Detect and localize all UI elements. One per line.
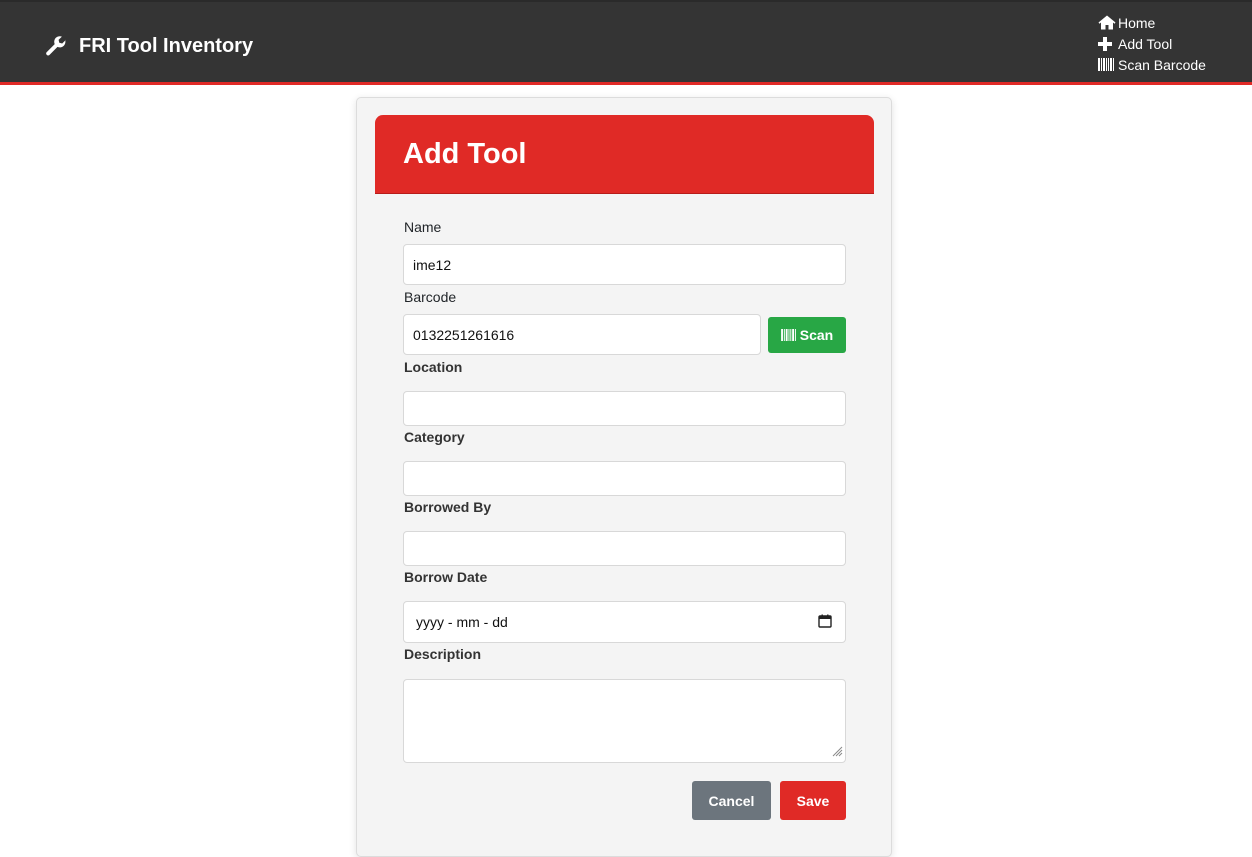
name-label: Name	[404, 219, 442, 235]
nav-home-label: Home	[1118, 14, 1156, 31]
brand[interactable]: FRI Tool Inventory	[44, 32, 253, 60]
description-textarea[interactable]	[403, 679, 846, 763]
barcode-label: Barcode	[404, 289, 457, 305]
resize-grip-icon[interactable]	[832, 744, 843, 760]
app-title: FRI Tool Inventory	[79, 34, 254, 57]
nav-home-link[interactable]: Home	[1098, 12, 1206, 33]
wrench-icon	[44, 34, 79, 58]
save-button-label: Save	[796, 792, 830, 809]
save-button[interactable]: Save	[780, 781, 846, 820]
add-tool-card: Add Tool Name ime12 Barcode 013225126161…	[356, 97, 892, 857]
cancel-button-label: Cancel	[708, 792, 755, 809]
name-input[interactable]: ime12	[403, 244, 846, 285]
location-label: Location	[404, 359, 463, 375]
borrow-date-placeholder: yyyy - mm - dd	[416, 614, 508, 630]
nav-scan-barcode-label: Scan Barcode	[1118, 56, 1206, 73]
category-label: Category	[404, 429, 465, 445]
scan-button-label: Scan	[799, 327, 834, 343]
page-title: Add Tool	[403, 138, 527, 170]
borrowed-by-label: Borrowed By	[404, 499, 492, 515]
plus-icon	[1098, 36, 1118, 51]
nav-add-tool-link[interactable]: Add Tool	[1098, 33, 1206, 54]
borrow-date-label: Borrow Date	[404, 569, 488, 585]
category-input[interactable]	[403, 461, 846, 496]
cancel-button[interactable]: Cancel	[692, 781, 771, 820]
barcode-icon	[1098, 58, 1118, 71]
barcode-input[interactable]: 0132251261616	[403, 314, 761, 355]
card-header: Add Tool	[375, 115, 874, 194]
location-input[interactable]	[403, 391, 846, 426]
scan-button[interactable]: Scan	[768, 317, 846, 353]
borrow-date-input[interactable]: yyyy - mm - dd	[403, 601, 846, 643]
description-label: Description	[404, 646, 482, 662]
nav-links: Home Add Tool Scan Barcode	[1098, 12, 1206, 75]
name-input-value: ime12	[413, 256, 452, 273]
home-icon	[1098, 15, 1118, 30]
calendar-icon[interactable]	[818, 614, 832, 631]
borrowed-by-input[interactable]	[403, 531, 846, 566]
nav-scan-barcode-link[interactable]: Scan Barcode	[1098, 54, 1206, 75]
top-navbar: FRI Tool Inventory Home Add Tool Scan Ba…	[0, 0, 1252, 85]
barcode-input-value: 0132251261616	[413, 326, 515, 343]
nav-add-tool-label: Add Tool	[1118, 35, 1173, 52]
barcode-icon	[780, 329, 800, 341]
